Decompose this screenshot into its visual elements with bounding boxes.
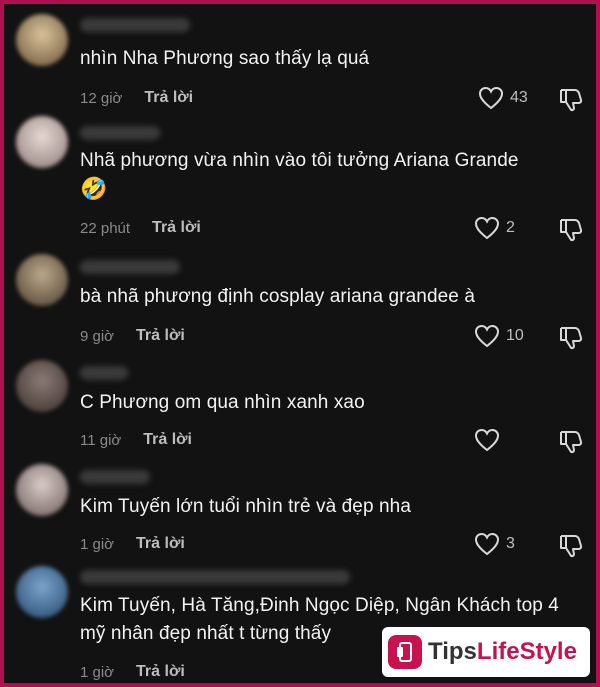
- dislike-icon[interactable]: [558, 532, 584, 558]
- heart-icon: [474, 216, 500, 240]
- heart-icon: [474, 428, 500, 452]
- dislike-icon[interactable]: [558, 324, 584, 350]
- avatar[interactable]: [16, 116, 68, 168]
- reply-button[interactable]: Trả lời: [144, 89, 193, 107]
- username-blurred[interactable]: [80, 18, 190, 32]
- dislike-icon[interactable]: [558, 428, 584, 454]
- like-count: 3: [506, 535, 515, 552]
- username-blurred[interactable]: [80, 570, 350, 584]
- avatar[interactable]: [16, 566, 68, 618]
- reply-button[interactable]: Trả lời: [152, 219, 201, 237]
- watermark-text-tips: Tips: [428, 638, 477, 665]
- username-blurred[interactable]: [80, 470, 150, 484]
- comment-time: 22 phút: [80, 219, 131, 237]
- like-button[interactable]: [474, 428, 506, 452]
- comment-text: C Phương om qua nhìn xanh xao: [80, 392, 365, 413]
- username-blurred[interactable]: [80, 366, 128, 380]
- comment-time: 1 giờ: [80, 663, 115, 681]
- comment-list: nhìn Nha Phương sao thấy lạ quá 12 giờ T…: [4, 4, 596, 683]
- comment-time: 9 giờ: [80, 327, 115, 345]
- comment-time: 12 giờ: [80, 89, 123, 107]
- like-button[interactable]: 3: [474, 532, 515, 556]
- comment-emoji: 🤣: [80, 176, 108, 201]
- avatar[interactable]: [16, 464, 68, 516]
- like-button[interactable]: 43: [478, 86, 528, 110]
- reply-button[interactable]: Trả lời: [136, 327, 185, 345]
- comment-time: 1 giờ: [80, 535, 115, 553]
- comment-text: Nhã phương vừa nhìn vào tôi tưởng Ariana…: [80, 150, 519, 171]
- avatar[interactable]: [16, 360, 68, 412]
- comment-text: nhìn Nha Phương sao thấy lạ quá: [80, 48, 370, 69]
- username-blurred[interactable]: [80, 126, 160, 140]
- reply-button[interactable]: Trả lời: [136, 663, 185, 681]
- watermark-text-lifestyle: LifeStyle: [476, 638, 577, 665]
- dislike-icon[interactable]: [558, 86, 584, 112]
- phone-icon: [388, 635, 422, 669]
- heart-icon: [474, 324, 500, 348]
- watermark-logo: TipsLifeStyle: [382, 627, 590, 677]
- avatar[interactable]: [16, 14, 68, 66]
- reply-button[interactable]: Trả lời: [143, 431, 192, 449]
- comment-text: Kim Tuyến lớn tuổi nhìn trẻ và đẹp nha: [80, 496, 412, 517]
- username-blurred[interactable]: [80, 260, 180, 274]
- like-count: 43: [510, 89, 528, 106]
- dislike-icon[interactable]: [558, 216, 584, 242]
- like-button[interactable]: 2: [474, 216, 515, 240]
- heart-icon: [478, 86, 504, 110]
- reply-button[interactable]: Trả lời: [136, 535, 185, 553]
- comment-time: 11 giờ: [80, 431, 122, 449]
- like-count: 10: [506, 327, 524, 344]
- like-button[interactable]: 10: [474, 324, 524, 348]
- comment-text: bà nhã phương định cosplay ariana grande…: [80, 286, 475, 307]
- avatar[interactable]: [16, 254, 68, 306]
- like-count: 2: [506, 219, 515, 236]
- heart-icon: [474, 532, 500, 556]
